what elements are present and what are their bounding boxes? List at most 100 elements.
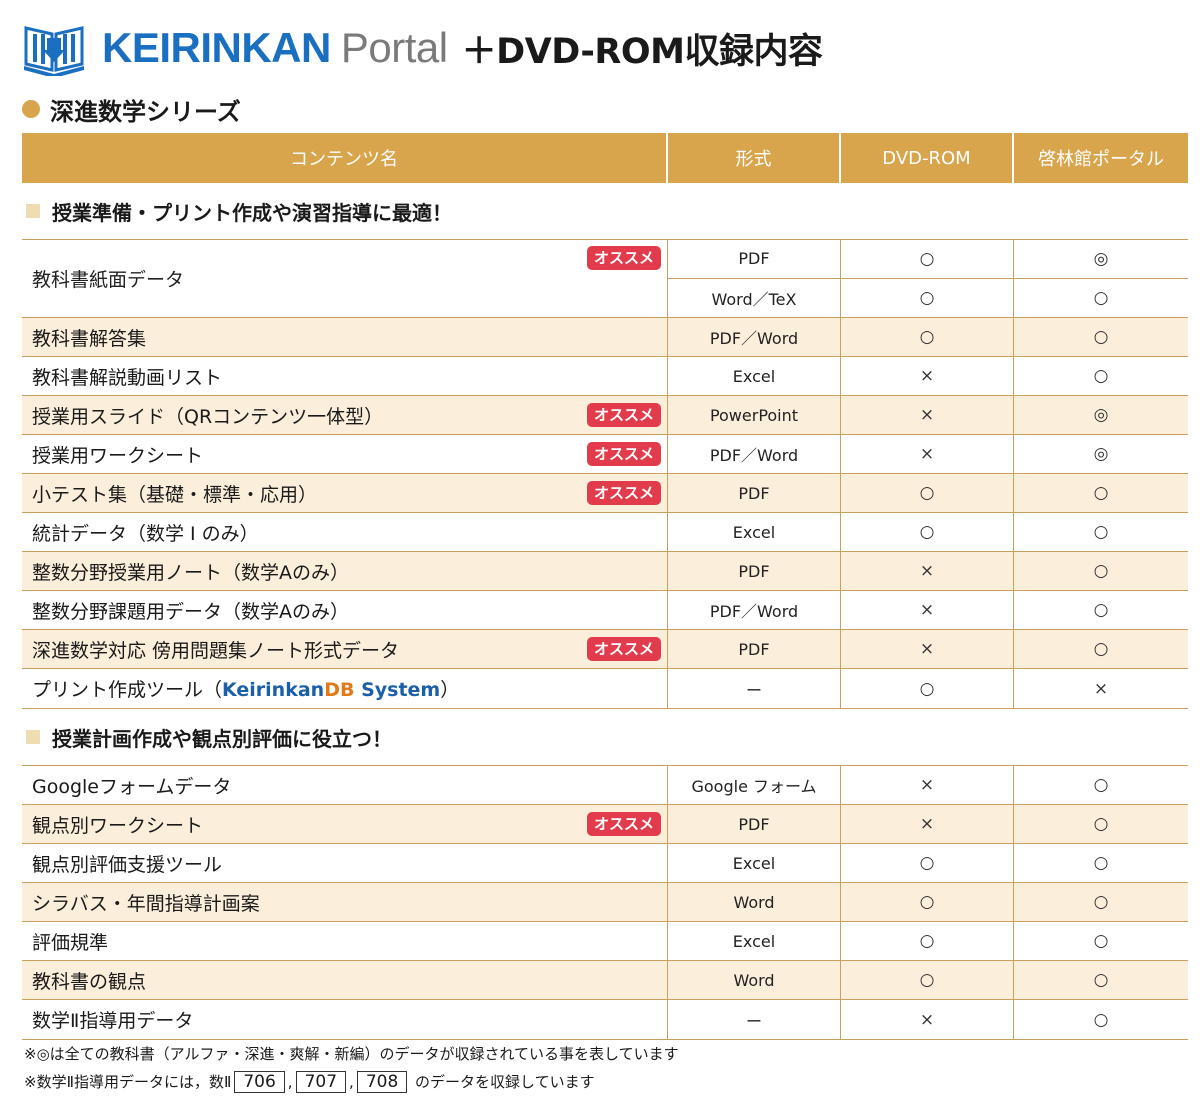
header-format: 形式	[668, 133, 841, 183]
header-dvd: DVD-ROM	[841, 133, 1014, 183]
content-name: プリント作成ツール（KeirinkanDB System）	[32, 675, 459, 702]
dvd-mark: ×	[841, 435, 1014, 473]
format-cell: Excel	[668, 357, 841, 395]
sub-row: PDF ○ ◎	[668, 240, 1188, 279]
content-name-cell: 数学Ⅱ指導用データ	[22, 1000, 668, 1039]
recommend-badge: オススメ	[586, 481, 661, 505]
format-cell: PDF	[668, 805, 841, 843]
dvd-mark: ×	[841, 357, 1014, 395]
table-row: 整数分野授業用ノート（数学Aのみ） PDF × ○	[22, 552, 1188, 591]
recommend-badge: オススメ	[586, 246, 661, 270]
table-row: 整数分野課題用データ（数学Aのみ） PDF／Word × ○	[22, 591, 1188, 630]
dvd-mark: ×	[841, 766, 1014, 804]
dvd-mark: ×	[841, 805, 1014, 843]
content-name-cell: プリント作成ツール（KeirinkanDB System）	[22, 669, 668, 708]
format-cell: Word／TeX	[668, 278, 841, 317]
table-row: 教科書解説動画リスト Excel × ○	[22, 357, 1188, 396]
content-name: シラバス・年間指導計画案	[32, 892, 260, 915]
content-name-cell: 整数分野授業用ノート（数学Aのみ）	[22, 552, 668, 590]
section-title: 授業計画作成や観点別評価に役立つ！	[52, 726, 392, 751]
series-title: 深進数学シリーズ	[50, 97, 241, 126]
number-box: 708	[356, 1071, 408, 1093]
content-name: 教科書の観点	[32, 970, 147, 993]
portal-mark: ◎	[1093, 248, 1109, 269]
table-row: 観点別ワークシート オススメ PDF × ○	[22, 805, 1188, 844]
square-bullet-icon	[26, 204, 40, 218]
series-heading: 深進数学シリーズ	[22, 92, 241, 126]
table-row: 授業用スライド（QRコンテンツ一体型） オススメ PowerPoint × ◎	[22, 396, 1188, 435]
portal-mark: ○	[1093, 639, 1109, 659]
portal-mark: ○	[1093, 522, 1109, 542]
portal-mark: ○	[1093, 814, 1109, 834]
format-cell: PDF／Word	[668, 318, 841, 356]
format-cell: Google フォーム	[668, 766, 841, 804]
content-name-cell: 評価規準	[22, 922, 668, 960]
dvd-mark: ○	[841, 474, 1014, 512]
format-cell: PDF／Word	[668, 435, 841, 473]
portal-mark: ○	[1093, 287, 1109, 308]
format-cell: PDF	[668, 552, 841, 590]
recommend-badge: オススメ	[586, 812, 661, 836]
table-row: 評価規準 Excel ○ ○	[22, 922, 1188, 961]
content-name-cell: 授業用ワークシート オススメ	[22, 435, 668, 473]
portal-mark: ○	[1093, 892, 1109, 912]
content-name-cell: 深進数学対応 傍用問題集ノート形式データ オススメ	[22, 630, 668, 668]
dvd-mark: ○	[841, 922, 1014, 960]
table-row: 授業用ワークシート オススメ PDF／Word × ◎	[22, 435, 1188, 474]
content-name: 教科書解答集	[32, 327, 147, 350]
format-cell: Excel	[668, 922, 841, 960]
content-name: 統計データ（数学 I のみ）	[32, 522, 259, 545]
brand-main: KEIRINKAN	[102, 24, 331, 71]
dvd-mark: ×	[841, 630, 1014, 668]
portal-mark: ○	[1093, 775, 1109, 795]
square-bullet-icon	[26, 730, 40, 744]
table-row: シラバス・年間指導計画案 Word ○ ○	[22, 883, 1188, 922]
content-name-cell: 教科書の観点	[22, 961, 668, 999]
content-name-cell: 整数分野課題用データ（数学Aのみ）	[22, 591, 668, 629]
content-name: 観点別ワークシート	[32, 814, 204, 837]
format-cell: Excel	[668, 513, 841, 551]
content-name-cell: 教科書紙面データ オススメ	[22, 240, 668, 317]
content-name-cell: 観点別ワークシート オススメ	[22, 805, 668, 843]
dvd-mark: ×	[841, 1000, 1014, 1039]
content-name-cell: 教科書解説動画リスト	[22, 357, 668, 395]
kdb-part-c: System	[354, 679, 441, 701]
note-line-2: ※数学Ⅱ指導用データには，数Ⅱ 706, 707, 708 のデータを収録しています	[24, 1071, 595, 1093]
portal-mark: ○	[1093, 931, 1109, 951]
content-name-cell: シラバス・年間指導計画案	[22, 883, 668, 921]
portal-mark: ○	[1093, 483, 1109, 503]
portal-mark: ○	[1093, 366, 1109, 386]
content-name: 小テスト集（基礎・標準・応用）	[32, 483, 318, 506]
content-name: 整数分野課題用データ（数学Aのみ）	[32, 600, 349, 623]
table-row: Googleフォームデータ Google フォーム × ○	[22, 766, 1188, 805]
content-name: 数学Ⅱ指導用データ	[32, 1010, 194, 1032]
header-suffix: ＋DVD-ROM収録内容	[461, 31, 823, 72]
section-group: Googleフォームデータ Google フォーム × ○ 観点別ワークシート オススメ P…	[22, 765, 1188, 1040]
content-name: 教科書紙面データ	[32, 269, 185, 291]
table-row: 統計データ（数学 I のみ） Excel ○ ○	[22, 513, 1188, 552]
format-cell: PDF	[668, 474, 841, 512]
content-name: 教科書解説動画リスト	[32, 366, 223, 389]
number-box: 706	[234, 1071, 285, 1093]
content-name-cell: 統計データ（数学 I のみ）	[22, 513, 668, 551]
dvd-mark: ○	[841, 669, 1014, 708]
number-box: 707	[295, 1071, 347, 1093]
name-prefix: プリント作成ツール（	[32, 679, 223, 701]
table-row: プリント作成ツール（KeirinkanDB System） ー ○ ×	[22, 669, 1188, 708]
section-heading: 授業準備・プリント作成や演習指導に最適！	[22, 183, 1188, 239]
table-row: 教科書の観点 Word ○ ○	[22, 961, 1188, 1000]
format-cell: PDF／Word	[668, 591, 841, 629]
dvd-mark: ○	[841, 278, 1014, 317]
contents-table: コンテンツ名 形式 DVD-ROM 啓林館ポータル 授業準備・プリント作成や演習…	[22, 133, 1188, 1040]
kdb-part-a: Keirinkan	[222, 679, 325, 701]
format-cell: PDF	[668, 630, 841, 668]
dvd-mark: ○	[841, 318, 1014, 356]
table-row: 数学Ⅱ指導用データ ー × ○	[22, 1000, 1188, 1039]
header-portal: 啓林館ポータル	[1038, 149, 1164, 170]
content-name-cell: 教科書解答集	[22, 318, 668, 356]
format-cell: ー	[668, 1000, 841, 1039]
header-content-name: コンテンツ名	[22, 133, 668, 183]
content-name: 授業用ワークシート	[32, 444, 204, 467]
dvd-mark: ○	[841, 961, 1014, 999]
table-row: 観点別評価支援ツール Excel ○ ○	[22, 844, 1188, 883]
